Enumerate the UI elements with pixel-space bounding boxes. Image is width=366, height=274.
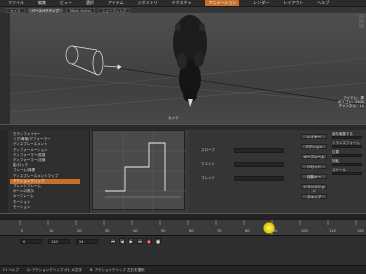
timeline-tick-label: 100: [301, 229, 308, 233]
timeline-tick-label: 20: [77, 229, 81, 233]
viewport-pan-icon[interactable]: [359, 19, 364, 23]
transform-field[interactable]: [332, 172, 362, 175]
timeline-tick-label: 120: [357, 229, 364, 233]
animation-curve[interactable]: [105, 142, 166, 192]
transform-field[interactable]: [332, 154, 362, 157]
timeline-tick-label: 110: [329, 229, 336, 233]
property-button[interactable]: リセット: [301, 164, 327, 169]
menu-item[interactable]: レイアウト: [283, 0, 303, 6]
timeline-tick-label: 10: [49, 229, 53, 233]
channel-list-panel: モディファイヤー リグ/骨格/デフォーマー ディスプレースメント ディフォーメーション…: [0, 130, 90, 213]
graph-editor[interactable]: [92, 130, 186, 211]
menu-item[interactable]: ヘルプ: [317, 0, 329, 6]
properties-panel: スロープウエイトブレンド レイヤーアクションキーフレーム リセット自動キートランジシ…: [189, 130, 366, 213]
property-field[interactable]: [234, 162, 284, 167]
3d-viewport[interactable]: [0, 13, 366, 124]
fps-input[interactable]: 24: [76, 239, 98, 244]
status-hint-2: B: アクションクリップ 左右を選択: [89, 267, 145, 272]
play-button[interactable]: ▶: [128, 238, 134, 244]
property-label: スロープ: [201, 148, 215, 152]
timeline-tick-label: 30: [105, 229, 109, 233]
menu-item[interactable]: ビュー: [60, 0, 72, 6]
property-button[interactable]: 自動キー: [301, 174, 327, 179]
rhino-model[interactable]: [173, 15, 207, 107]
menu-item[interactable]: 選択: [86, 0, 94, 6]
viewport-tab[interactable]: パースペクティブ: [27, 7, 63, 13]
menu-item[interactable]: テクスチャ: [172, 0, 192, 6]
viewport-tab[interactable]: シェーディング: [98, 7, 131, 13]
timeline-tick-label: 40: [133, 229, 137, 233]
status-hint: Q: アクションクリップ (F): 大文字: [26, 267, 82, 272]
menu-item[interactable]: 編集: [38, 0, 46, 6]
channel-icons-column: [0, 130, 8, 213]
menu-item[interactable]: レンダー: [253, 0, 269, 6]
status-bar: F1 ヘルプ Q: アクションクリップ (F): 大文字 B: アクションクリッ…: [0, 265, 366, 274]
status-help: F1 ヘルプ: [3, 267, 19, 272]
first-frame-button[interactable]: ⏮: [110, 238, 116, 244]
viewport-info: アイテム：犀 ポリゴン：2400 チャンネル：12: [338, 96, 364, 108]
last-frame-button[interactable]: ⏭: [137, 238, 143, 244]
menu-item[interactable]: ジオメトリ: [138, 0, 158, 6]
timeline-tick-label: 50: [161, 229, 165, 233]
timeline-tick-label: 80: [245, 229, 249, 233]
timeline-tick-label: 0: [21, 229, 23, 233]
playback-bar: ⏮ ◀ ▶ ⏭ ● ■ 0 120 24: [0, 235, 366, 265]
prev-frame-button[interactable]: ◀: [119, 238, 125, 244]
channel-list-item[interactable]: モーション: [10, 205, 80, 210]
timeline-tick-label: 70: [217, 229, 221, 233]
viewport-tab[interactable]: Mesh Select: [65, 7, 95, 13]
property-button[interactable]: アクション: [301, 144, 327, 149]
menu-item[interactable]: ファイル: [8, 0, 24, 6]
camera-icon[interactable]: [65, 45, 122, 76]
stop-button[interactable]: ■: [155, 238, 161, 244]
property-button[interactable]: レイヤー: [301, 134, 327, 139]
property-field[interactable]: [234, 176, 284, 181]
timeline[interactable]: 0 10 20 30 40 50 60 70 80 90 100 110 120: [0, 219, 366, 236]
mouse-cursor-highlight: [263, 222, 275, 234]
menu-item[interactable]: アニメーション: [205, 0, 240, 6]
frame-field-input[interactable]: 0: [20, 239, 42, 244]
transform-field[interactable]: [332, 163, 362, 166]
property-label: ウエイト: [201, 162, 215, 166]
viewport-tab[interactable]: カメラ: [6, 7, 25, 13]
viewport-scene: [0, 15, 366, 114]
viewport-zoom-icon[interactable]: [359, 24, 364, 28]
timeline-ruler: 0 10 20 30 40 50 60 70 80 90 100 110 120: [19, 220, 364, 236]
property-field[interactable]: [234, 148, 284, 153]
viewport-controls: [359, 14, 364, 28]
graph-curve: [93, 131, 186, 211]
transform-field[interactable]: [332, 145, 362, 148]
viewport-toolbar: [0, 13, 10, 124]
transform-field[interactable]: [332, 136, 362, 139]
menu-item[interactable]: アイテム: [108, 0, 124, 6]
menu-bar: ファイル 編集 ビュー 選択 アイテム ジオメトリ テクスチャ アニメーション レンダー レイアウ…: [0, 0, 366, 7]
viewport-orbit-icon[interactable]: [359, 14, 364, 18]
record-button[interactable]: ●: [146, 238, 152, 244]
viewport-label: カメラ: [168, 116, 179, 120]
property-button[interactable]: スキップ: [301, 194, 327, 199]
axis-line: [117, 67, 366, 106]
viewport-info-line: チャンネル：12: [338, 104, 364, 108]
property-button[interactable]: キーフレーム: [301, 154, 327, 159]
property-button[interactable]: トランジション: [301, 184, 327, 193]
property-label: ブレンド: [201, 176, 215, 180]
end-field-input[interactable]: 120: [48, 239, 70, 244]
timeline-tick-label: 60: [189, 229, 193, 233]
